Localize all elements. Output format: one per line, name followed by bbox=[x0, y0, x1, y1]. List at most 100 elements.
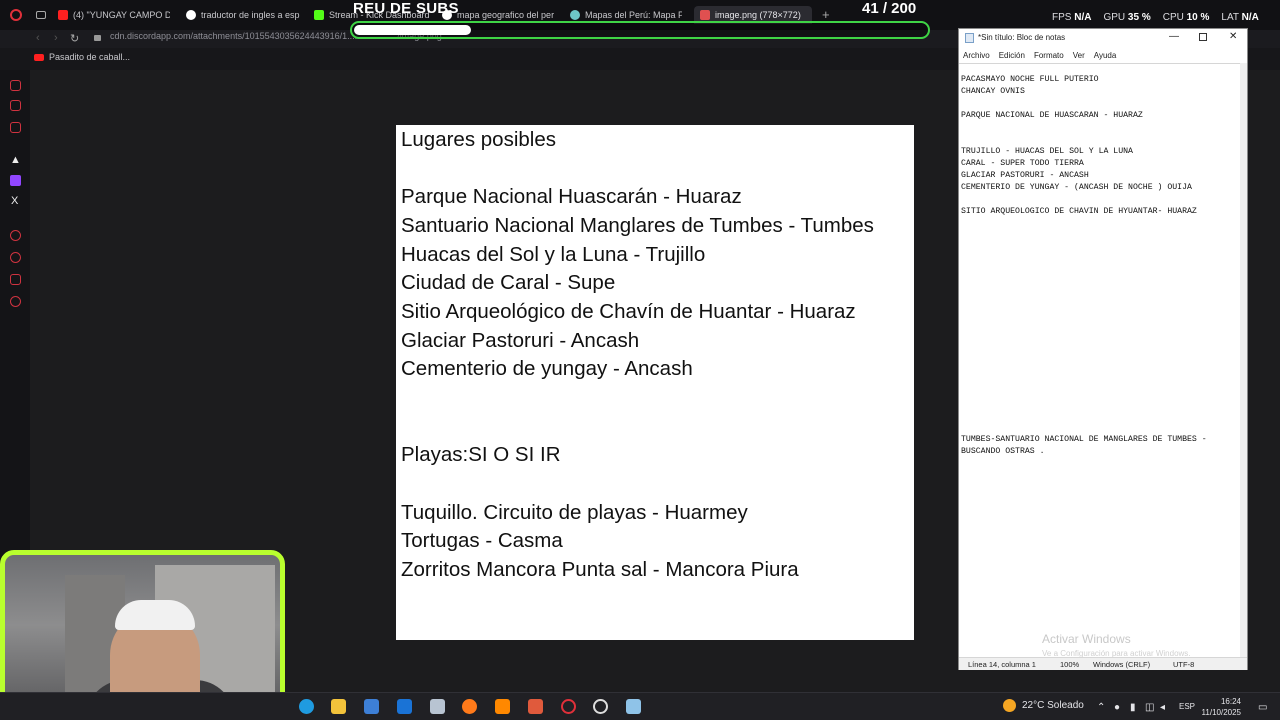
maximize-icon[interactable] bbox=[1199, 33, 1207, 41]
volume-icon[interactable]: ◂ bbox=[1160, 702, 1165, 713]
weather-text: 22°C Soleado bbox=[1022, 700, 1084, 711]
menu-edicion[interactable]: Edición bbox=[999, 51, 1025, 60]
microphone-icon[interactable]: ● bbox=[1114, 702, 1120, 713]
subs-goal-count: 41 / 200 bbox=[862, 0, 917, 17]
youtube-icon bbox=[34, 53, 44, 61]
beach-item: Tortugas - Casma bbox=[401, 529, 563, 552]
gpu-stat: GPU 35 % bbox=[1103, 12, 1150, 23]
headset-icon[interactable]: ▮ bbox=[1130, 702, 1136, 713]
cursor-position: Línea 14, columna 1 bbox=[968, 660, 1036, 669]
sidebar-app-icon[interactable] bbox=[10, 80, 21, 91]
place-item: Glaciar Pastoruri - Ancash bbox=[401, 329, 640, 352]
globe-icon bbox=[570, 10, 580, 20]
clock[interactable]: 16:24 11/10/2025 bbox=[1201, 696, 1241, 718]
lock-icon bbox=[94, 35, 101, 41]
x-icon[interactable]: X bbox=[11, 195, 18, 207]
place-item: Santuario Nacional Manglares de Tumbes -… bbox=[401, 214, 874, 237]
displayed-image-document: Lugares posibles Parque Nacional Huascar… bbox=[396, 125, 914, 640]
outlook-icon[interactable] bbox=[397, 699, 412, 714]
menu-formato[interactable]: Formato bbox=[1034, 51, 1064, 60]
cpu-stat: CPU 10 % bbox=[1163, 12, 1210, 23]
file-explorer-icon[interactable] bbox=[331, 699, 346, 714]
edge-icon[interactable] bbox=[299, 699, 314, 714]
subs-goal-progress-fill bbox=[354, 25, 471, 35]
close-icon[interactable]: ✕ bbox=[1229, 31, 1237, 42]
store-icon[interactable] bbox=[364, 699, 379, 714]
youtube-icon bbox=[58, 10, 68, 20]
doc-heading: Lugares posibles bbox=[401, 128, 556, 151]
notepad-scrollbar[interactable] bbox=[1240, 63, 1247, 659]
language-indicator[interactable]: ESP bbox=[1179, 702, 1195, 711]
sidebar-app-icon[interactable] bbox=[10, 230, 21, 241]
obs-icon[interactable] bbox=[593, 699, 608, 714]
place-item: Cementerio de yungay - Ancash bbox=[401, 357, 693, 380]
menu-archivo[interactable]: Archivo bbox=[963, 51, 990, 60]
place-item: Sitio Arqueológico de Chavín de Huantar … bbox=[401, 300, 856, 323]
place-item: Parque Nacional Huascarán - Huaraz bbox=[401, 185, 742, 208]
forward-icon[interactable]: › bbox=[54, 32, 58, 44]
menu-ver[interactable]: Ver bbox=[1073, 51, 1085, 60]
place-item: Ciudad de Caral - Supe bbox=[401, 271, 616, 294]
opera-logo-icon[interactable] bbox=[10, 9, 22, 21]
triangle-icon[interactable]: ▲ bbox=[10, 154, 21, 166]
opera-icon[interactable] bbox=[561, 699, 576, 714]
line-ending: Windows (CRLF) bbox=[1093, 660, 1151, 669]
bookmark-item[interactable]: Pasadito de caball... bbox=[34, 52, 130, 62]
text-line: CARAL - SUPER TODO TIERRA bbox=[961, 159, 1084, 168]
tab-label: Mapas del Perú: Mapa P bbox=[585, 10, 682, 20]
notepad-menu-bar: Archivo Edición Formato Ver Ayuda bbox=[959, 47, 1247, 63]
firefox-icon[interactable] bbox=[462, 699, 477, 714]
new-tab-icon[interactable]: + bbox=[822, 7, 830, 22]
beach-item: Zorritos Mancora Punta sal - Mancora Piu… bbox=[401, 558, 799, 581]
minimize-icon[interactable]: — bbox=[1169, 31, 1179, 42]
text-line: TRUJILLO - HUACAS DEL SOL Y LA LUNA bbox=[961, 147, 1133, 156]
menu-ayuda[interactable]: Ayuda bbox=[1094, 51, 1117, 60]
text-line: SITIO ARQUEOLOGICO DE CHAVIN DE HYUANTAR… bbox=[961, 207, 1197, 216]
weather-widget[interactable]: 22°C Soleado bbox=[1003, 699, 1084, 712]
tab-label: mapa geografico del per bbox=[457, 10, 554, 20]
back-icon[interactable]: ‹ bbox=[36, 32, 40, 44]
notepad-text-area[interactable]: PACASMAYO NOCHE FULL PUTERIO CHANCAY OVN… bbox=[959, 63, 1240, 659]
settings-icon[interactable] bbox=[10, 296, 21, 307]
fps-stat: FPS N/A bbox=[1052, 12, 1091, 23]
place-item: Huacas del Sol y la Luna - Trujillo bbox=[401, 243, 706, 266]
sidebar-app-icon[interactable] bbox=[10, 100, 21, 111]
chevron-up-icon[interactable]: ⌃ bbox=[1097, 702, 1105, 713]
network-icon[interactable]: ◫ bbox=[1145, 702, 1154, 713]
lat-stat: LAT N/A bbox=[1221, 12, 1258, 23]
fps-label: FPS bbox=[1052, 12, 1072, 23]
lat-label: LAT bbox=[1221, 12, 1239, 23]
beach-item: Tuquillo. Circuito de playas - Huarmey bbox=[401, 501, 748, 524]
google-icon bbox=[186, 10, 196, 20]
gpu-label: GPU bbox=[1103, 12, 1126, 23]
kick-icon bbox=[314, 10, 324, 20]
subs-goal-title: REU DE SUBS bbox=[353, 0, 459, 17]
notepad-taskbar-icon[interactable] bbox=[626, 699, 641, 714]
tab-switcher-icon[interactable] bbox=[36, 11, 46, 19]
image-icon bbox=[700, 10, 710, 20]
notifications-icon[interactable]: ▭ bbox=[1258, 702, 1267, 713]
text-line: PARQUE NACIONAL DE HUASCARAN - HUARAZ bbox=[961, 111, 1143, 120]
cpu-label: CPU bbox=[1162, 12, 1184, 23]
tab-youtube[interactable]: (4) "YUNGAY CAMPO DE bbox=[58, 6, 170, 24]
notepad-title-bar: *Sin título: Bloc de notas — ✕ bbox=[959, 29, 1247, 47]
app-icon[interactable] bbox=[528, 699, 543, 714]
reload-icon[interactable]: ↻ bbox=[70, 32, 79, 45]
history-icon[interactable] bbox=[10, 252, 21, 263]
performance-hud: FPS N/A GPU 35 % CPU 10 % LAT N/A bbox=[1052, 12, 1259, 23]
tab-translator[interactable]: traductor de ingles a esp bbox=[186, 6, 300, 24]
app-icon[interactable] bbox=[430, 699, 445, 714]
text-line: BUSCANDO OSTRAS . bbox=[961, 447, 1045, 456]
vlc-icon[interactable] bbox=[495, 699, 510, 714]
activate-windows-watermark: Activar Windows bbox=[1042, 632, 1131, 646]
zoom-level: 100% bbox=[1060, 660, 1080, 669]
clock-time: 16:24 bbox=[1220, 697, 1241, 706]
sidebar-app-icon[interactable] bbox=[10, 274, 21, 285]
encoding: UTF-8 bbox=[1173, 660, 1195, 669]
sidebar-app-icon[interactable] bbox=[10, 122, 21, 133]
notepad-title: *Sin título: Bloc de notas bbox=[978, 33, 1066, 42]
notepad-status-bar: Línea 14, columna 1 100% Windows (CRLF) … bbox=[959, 657, 1247, 670]
tab-label: (4) "YUNGAY CAMPO DE bbox=[73, 10, 170, 20]
twitch-icon[interactable] bbox=[10, 175, 21, 186]
lat-value: N/A bbox=[1241, 12, 1259, 23]
